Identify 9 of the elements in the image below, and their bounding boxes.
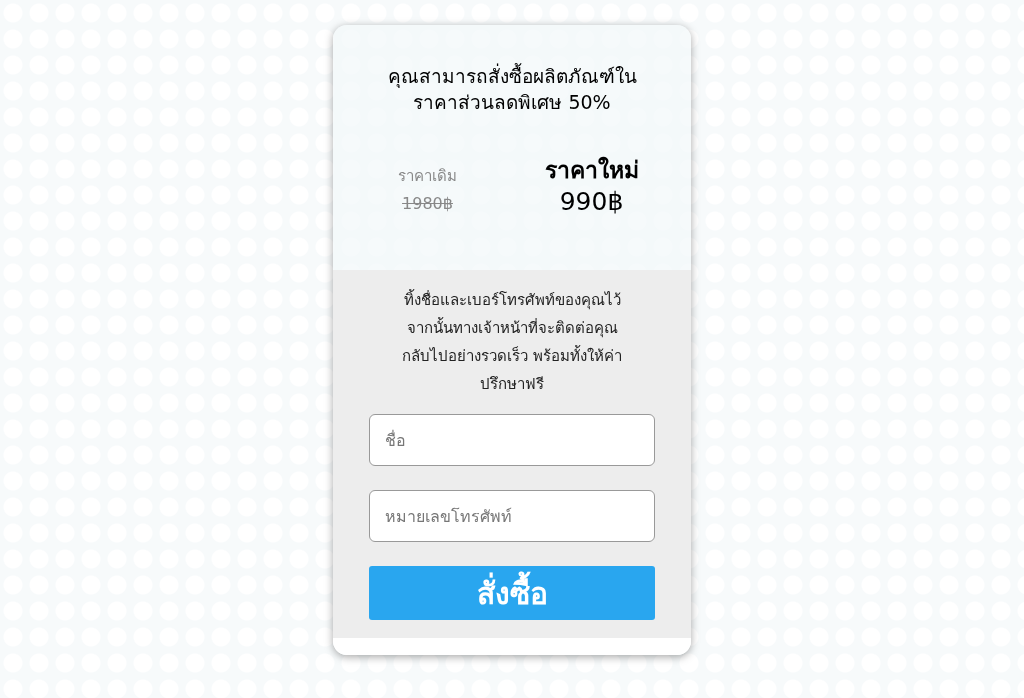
offer-headline: คุณสามารถสั่งซื้อผลิตภัณฑ์ใน ราคาส่วนลดพิเศษ 50%: [387, 63, 637, 115]
input-field[interactable]: ชื่อ: [369, 414, 655, 466]
old-price: 1980฿: [402, 192, 453, 215]
order-button[interactable]: สั่งซื้อ: [369, 566, 655, 620]
form-intro: ทิ้งชื่อและเบอร์โทรศัพท์ของคุณไว้ จากนั้นทางเจ้าหน้าที่จะติดต่อคุณ กลับไปอย่างรวดเร็ว พร้อมทั้งให้ค่า ปรึกษาฟรี: [402, 288, 622, 395]
new-price: 990฿: [559, 187, 624, 216]
input-field[interactable]: หมายเลขโทรศัพท์: [369, 490, 655, 542]
old-price-label: ราคาเดิม: [398, 166, 457, 187]
new-price-label: ราคาใหม่: [544, 155, 639, 185]
